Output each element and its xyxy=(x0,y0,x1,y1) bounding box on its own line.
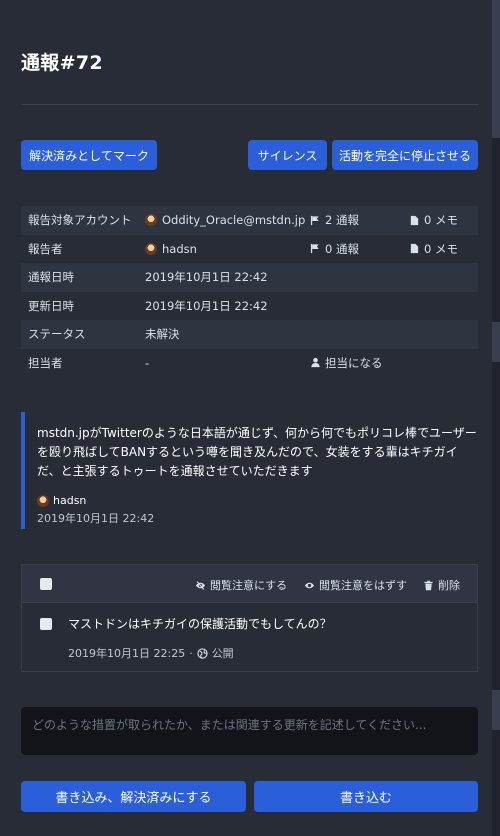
scrollbar-thumb-segment[interactable] xyxy=(492,322,500,362)
user-icon xyxy=(311,358,320,368)
mark-resolved-button[interactable]: 解決済みとしてマーク xyxy=(21,140,157,170)
reporter-reports-count[interactable]: 0 通報 xyxy=(325,241,359,257)
status-visibility: 公開 xyxy=(211,647,234,660)
scrollbar-thumb-segment[interactable] xyxy=(492,690,500,730)
unmark-sensitive-button[interactable]: 閲覧注意をはずす xyxy=(304,577,407,593)
report-comment-text: mstdn.jpがTwitterのような日本語が通じず、何から何でもポリコレ棒で… xyxy=(37,426,477,478)
target-notes-count[interactable]: 0 メモ xyxy=(424,212,458,228)
title-divider xyxy=(21,104,478,105)
info-label: 通報日時 xyxy=(28,270,74,285)
delete-statuses-button[interactable]: 削除 xyxy=(423,577,460,593)
target-notes-link[interactable]: 0 メモ xyxy=(409,212,458,228)
status-select-checkbox[interactable] xyxy=(40,618,52,630)
delete-statuses-label[interactable]: 削除 xyxy=(438,577,460,593)
target-reports-link[interactable]: 2 通報 xyxy=(310,212,359,228)
updated-at-value: 2019年10月1日 22:42 xyxy=(145,298,268,313)
unmark-sensitive-label[interactable]: 閲覧注意をはずす xyxy=(319,577,407,593)
target-reports-count[interactable]: 2 通報 xyxy=(325,212,359,228)
info-label: ステータス xyxy=(28,327,86,342)
reported-statuses: 閲覧注意にする 閲覧注意をはずす 削除 マストドンはキチガイの保護活動でもしてん… xyxy=(21,564,478,672)
mark-sensitive-label[interactable]: 閲覧注意にする xyxy=(210,577,287,593)
status-meta: 2019年10月1日 22:25 · 公開 xyxy=(68,645,234,661)
report-comment: mstdn.jpがTwitterのような日本語が通じず、何から何でもポリコレ棒で… xyxy=(21,412,478,529)
target-account-name[interactable]: Oddity_Oracle@mstdn.jp xyxy=(162,213,305,227)
info-label: 報告対象アカウント xyxy=(28,213,132,228)
target-account-link[interactable]: Oddity_Oracle@mstdn.jp xyxy=(145,213,305,227)
select-all-checkbox[interactable] xyxy=(40,578,52,590)
reporter-notes-link[interactable]: 0 メモ xyxy=(409,241,458,257)
assign-to-self-link[interactable]: 担当になる xyxy=(310,355,383,371)
trash-icon xyxy=(424,580,433,590)
reporter-reports-link[interactable]: 0 通報 xyxy=(310,241,359,257)
reporter-name[interactable]: hadsn xyxy=(162,242,197,256)
file-icon xyxy=(410,244,419,254)
globe-icon xyxy=(197,647,208,659)
page-scrollbar[interactable] xyxy=(492,0,500,836)
status-value: 未解決 xyxy=(145,327,180,342)
submit-note-button[interactable]: 書き込む xyxy=(254,781,478,812)
avatar xyxy=(37,494,49,507)
info-row-status: ステータス 未解決 xyxy=(21,320,478,349)
scrollbar-thumb[interactable] xyxy=(492,0,500,138)
eye-icon xyxy=(304,582,315,588)
mark-sensitive-button[interactable]: 閲覧注意にする xyxy=(195,577,287,593)
silence-button[interactable]: サイレンス xyxy=(248,140,327,170)
avatar xyxy=(145,214,157,227)
report-comment-date: 2019年10月1日 22:42 xyxy=(37,512,155,525)
report-note-textarea[interactable]: どのような措置が取られたか、または関連する更新を記述してください... xyxy=(21,707,478,755)
suspend-button[interactable]: 活動を完全に停止させる xyxy=(332,140,478,170)
info-row-updated-at: 更新日時 2019年10月1日 22:42 xyxy=(21,292,478,321)
info-label: 報告者 xyxy=(28,241,63,256)
flag-icon xyxy=(310,215,319,225)
reported-at-value: 2019年10月1日 22:42 xyxy=(145,270,268,285)
flag-icon xyxy=(310,244,319,254)
assignee-value: - xyxy=(145,355,150,370)
info-row-assignee: 担当者 - 担当になる xyxy=(21,349,478,378)
info-label: 担当者 xyxy=(28,355,63,370)
report-info-table: 報告対象アカウント Oddity_Oracle@mstdn.jp 2 通報 0 … xyxy=(21,206,478,377)
assign-to-self-label[interactable]: 担当になる xyxy=(325,355,383,371)
eye-slash-icon xyxy=(195,580,206,590)
status-content: マストドンはキチガイの保護活動でもしてんの？ xyxy=(68,617,332,631)
info-label: 更新日時 xyxy=(28,298,74,313)
status-date-link[interactable]: 2019年10月1日 22:25 xyxy=(68,645,185,661)
file-icon xyxy=(410,215,419,225)
submit-and-resolve-button[interactable]: 書き込み、解決済みにする xyxy=(21,781,246,812)
statuses-batch-header: 閲覧注意にする 閲覧注意をはずす 削除 xyxy=(22,565,477,603)
reporter-link[interactable]: hadsn xyxy=(145,242,197,256)
page-title: 通報#72 xyxy=(21,52,103,74)
avatar xyxy=(145,242,157,255)
reporter-notes-count[interactable]: 0 メモ xyxy=(424,241,458,257)
meta-separator: · xyxy=(189,646,193,660)
info-row-target-account: 報告対象アカウント Oddity_Oracle@mstdn.jp 2 通報 0 … xyxy=(21,206,478,235)
report-comment-author[interactable]: hadsn xyxy=(37,494,86,507)
info-row-reporter: 報告者 hadsn 0 通報 0 メモ xyxy=(21,235,478,264)
report-comment-author-name[interactable]: hadsn xyxy=(53,494,86,507)
info-row-reported-at: 通報日時 2019年10月1日 22:42 xyxy=(21,263,478,292)
